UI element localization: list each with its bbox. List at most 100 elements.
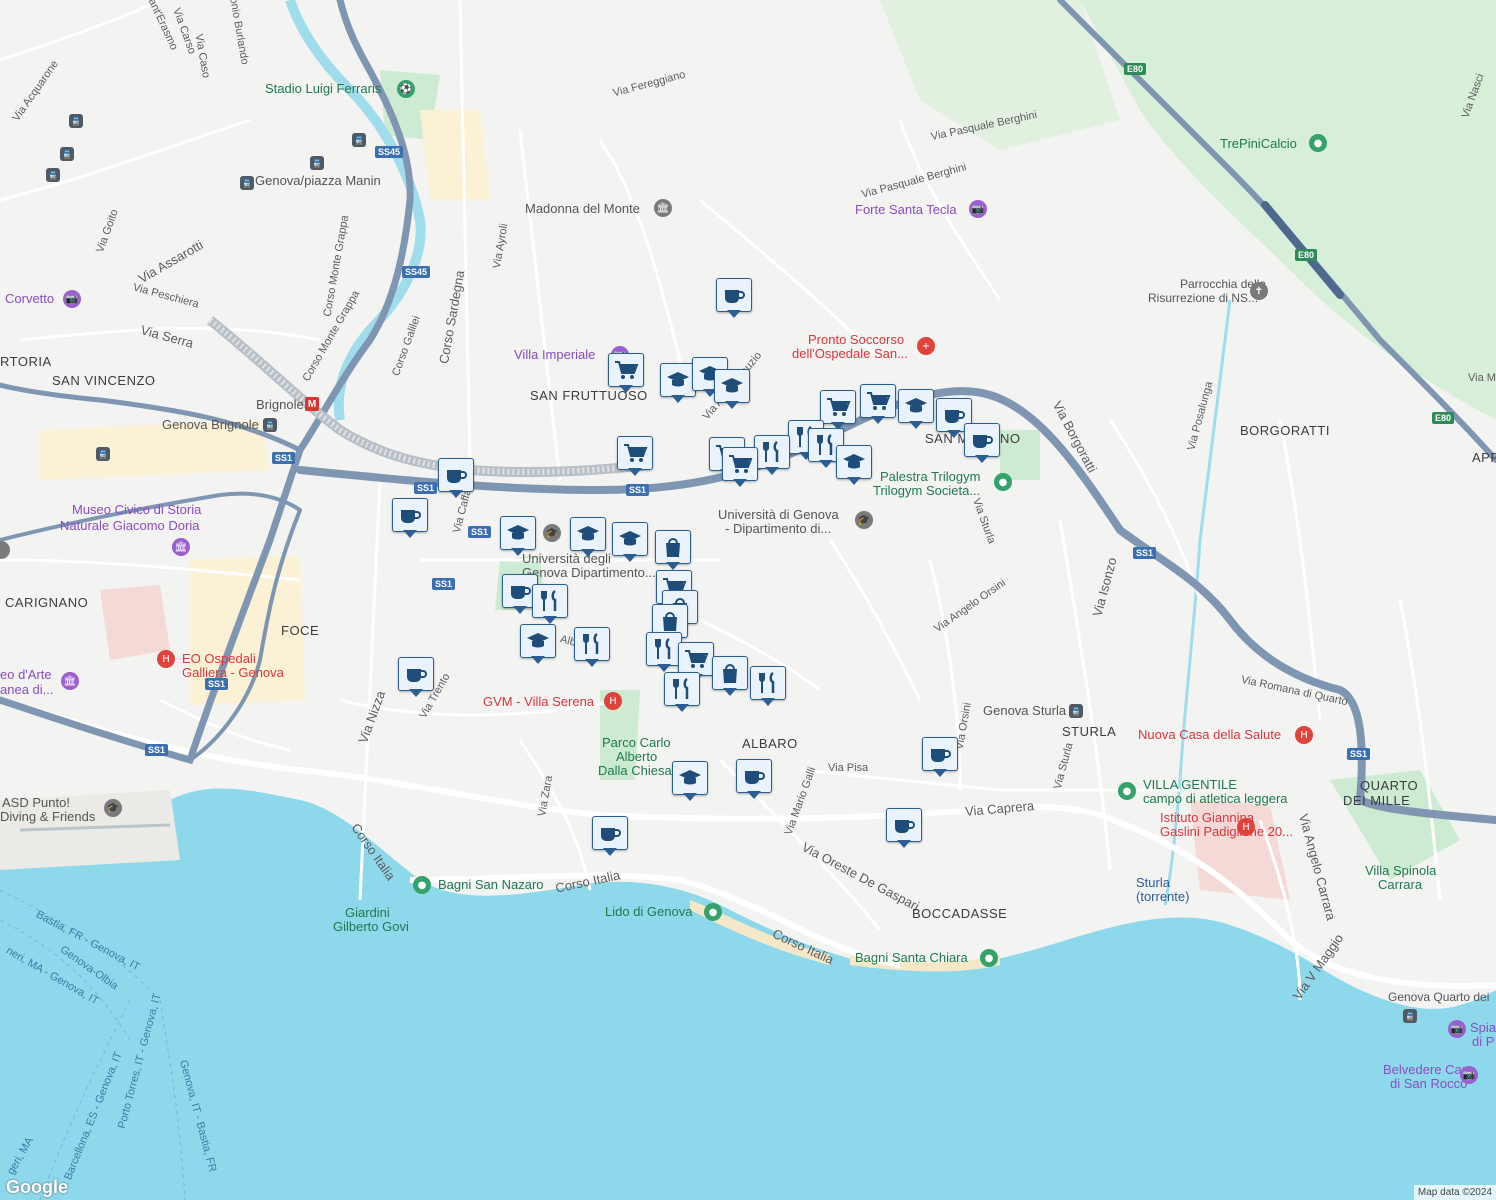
poi-marker-cafe[interactable] xyxy=(736,759,772,799)
poi-marker-school[interactable] xyxy=(520,624,556,664)
beach-icon[interactable]: ● xyxy=(704,903,722,921)
school-icon xyxy=(500,516,536,550)
road-shield-ss1: SS1 xyxy=(1133,547,1157,559)
label-trepinicalcio: TrePiniCalcio xyxy=(1220,136,1297,151)
poi-marker-shopping-cart[interactable] xyxy=(617,436,653,476)
school-icon xyxy=(672,761,708,795)
train-icon[interactable]: 🚆 xyxy=(240,176,254,190)
map-base-layer xyxy=(0,0,1496,1200)
school-icon xyxy=(898,389,934,423)
camera-icon[interactable]: 📷 xyxy=(1448,1020,1466,1038)
poi-marker-cafe[interactable] xyxy=(398,657,434,697)
hospital-icon[interactable]: H xyxy=(604,692,622,710)
poi-marker-cafe[interactable] xyxy=(964,423,1000,463)
cafe-icon xyxy=(592,816,628,850)
train-icon[interactable]: 🚆 xyxy=(352,133,366,147)
train-icon[interactable]: 🚆 xyxy=(60,147,74,161)
road-shield-ss1: SS1 xyxy=(432,578,456,590)
poi-marker-school[interactable] xyxy=(672,761,708,801)
poi-marker-shopping-cart[interactable] xyxy=(608,353,644,393)
school-icon[interactable]: 🎓 xyxy=(543,524,561,542)
sports-icon[interactable]: ● xyxy=(1118,782,1136,800)
poi-marker-restaurant[interactable] xyxy=(532,584,568,624)
camera-icon[interactable]: 📷 xyxy=(63,290,81,308)
label-gvm-villa-serena: GVM - Villa Serena xyxy=(483,694,595,709)
poi-marker-school[interactable] xyxy=(714,369,750,409)
cafe-icon xyxy=(964,423,1000,457)
school-icon xyxy=(836,445,872,479)
train-icon[interactable]: 🚆 xyxy=(96,447,110,461)
school-icon[interactable]: 🎓 xyxy=(855,511,873,529)
school-icon xyxy=(714,369,750,403)
label-nuova-casa-salute: Nuova Casa della Salute xyxy=(1138,727,1282,742)
label-palestra-2: Trilogym Societa... xyxy=(873,483,981,498)
poi-marker-restaurant[interactable] xyxy=(574,627,610,667)
poi-marker-school[interactable] xyxy=(500,516,536,556)
label-parco-3: Dalla Chiesa xyxy=(598,763,672,778)
label-boccadasse: BOCCADASSE xyxy=(912,906,1008,921)
gym-icon[interactable]: ● xyxy=(994,473,1012,491)
cafe-icon xyxy=(398,657,434,691)
hospital-icon[interactable]: H xyxy=(1237,818,1255,836)
poi-marker-shopping-cart[interactable] xyxy=(860,384,896,424)
poi-marker-cafe[interactable] xyxy=(438,458,474,498)
label-bagni-san-nazaro: Bagni San Nazaro xyxy=(438,877,544,892)
poi-marker-school[interactable] xyxy=(836,445,872,485)
poi-marker-restaurant[interactable] xyxy=(664,672,700,712)
poi-marker-restaurant[interactable] xyxy=(646,632,682,672)
poi-marker-school[interactable] xyxy=(570,517,606,557)
train-icon[interactable]: 🚆 xyxy=(1069,704,1083,718)
hospital-icon[interactable]: + xyxy=(917,337,935,355)
road-shield-e80: E80 xyxy=(1124,63,1147,75)
metro-icon[interactable]: M xyxy=(305,397,319,411)
sports-icon[interactable]: ● xyxy=(1309,134,1327,152)
beach-icon[interactable]: ● xyxy=(980,949,998,967)
road-shield-e80: E80 xyxy=(1295,249,1318,261)
hospital-icon[interactable]: H xyxy=(157,650,175,668)
label-universita-2: - Dipartimento di... xyxy=(725,521,832,536)
school-icon xyxy=(520,624,556,658)
poi-marker-school[interactable] xyxy=(612,522,648,562)
poi-marker-school[interactable] xyxy=(660,363,696,403)
poi-marker-shopping-cart[interactable] xyxy=(820,390,856,430)
label-madonna-del-monte: Madonna del Monte xyxy=(525,201,640,216)
label-giardini-2: Gilberto Govi xyxy=(333,919,409,934)
label-villa-spinola-2: Carrara xyxy=(1378,877,1423,892)
cafe-icon xyxy=(716,278,752,312)
hospital-icon[interactable]: H xyxy=(1295,726,1313,744)
church-icon[interactable]: ✝ xyxy=(1250,282,1268,300)
poi-marker-shopping-cart[interactable] xyxy=(722,447,758,487)
shopping-cart-icon xyxy=(722,447,758,481)
museum-icon[interactable]: 🏛 xyxy=(654,199,672,217)
label-bagni-santa-chiara: Bagni Santa Chiara xyxy=(855,950,968,965)
poi-marker-shopping-bag[interactable] xyxy=(655,530,691,570)
train-icon[interactable]: 🚆 xyxy=(69,114,83,128)
poi-marker-cafe[interactable] xyxy=(886,808,922,848)
poi-marker-cafe[interactable] xyxy=(922,737,958,777)
train-icon[interactable]: 🚆 xyxy=(310,156,324,170)
label-pronto-soccorso-2: dell'Ospedale San... xyxy=(792,346,908,361)
restaurant-icon xyxy=(646,632,682,666)
camera-icon[interactable]: 📷 xyxy=(969,200,987,218)
camera-icon[interactable]: 📷 xyxy=(1460,1066,1478,1084)
poi-marker-cafe[interactable] xyxy=(592,816,628,856)
shopping-cart-icon xyxy=(820,390,856,424)
train-icon[interactable]: 🚆 xyxy=(1403,1009,1417,1023)
train-icon[interactable]: 🚆 xyxy=(46,168,60,182)
museum-icon[interactable]: 🏛 xyxy=(172,538,190,556)
poi-marker-shopping-bag[interactable] xyxy=(712,656,748,696)
poi-marker-restaurant[interactable] xyxy=(754,435,790,475)
cafe-icon xyxy=(438,458,474,492)
label-brignole: Brignole xyxy=(256,397,304,412)
beach-icon[interactable]: ● xyxy=(413,876,431,894)
train-icon[interactable]: 🚆 xyxy=(263,418,277,432)
stadium-icon[interactable]: ⚽ xyxy=(397,80,415,98)
map-canvas[interactable]: Via Fereggiano Via Pasquale Berghini Via… xyxy=(0,0,1496,1200)
label-belvedere-2: di San Rocco xyxy=(1390,1076,1468,1091)
museum-icon[interactable]: 🏛 xyxy=(61,672,79,690)
poi-marker-cafe[interactable] xyxy=(716,278,752,318)
school-icon[interactable]: 🎓 xyxy=(104,799,122,817)
poi-marker-school[interactable] xyxy=(898,389,934,429)
poi-marker-cafe[interactable] xyxy=(392,498,428,538)
poi-marker-restaurant[interactable] xyxy=(750,666,786,706)
